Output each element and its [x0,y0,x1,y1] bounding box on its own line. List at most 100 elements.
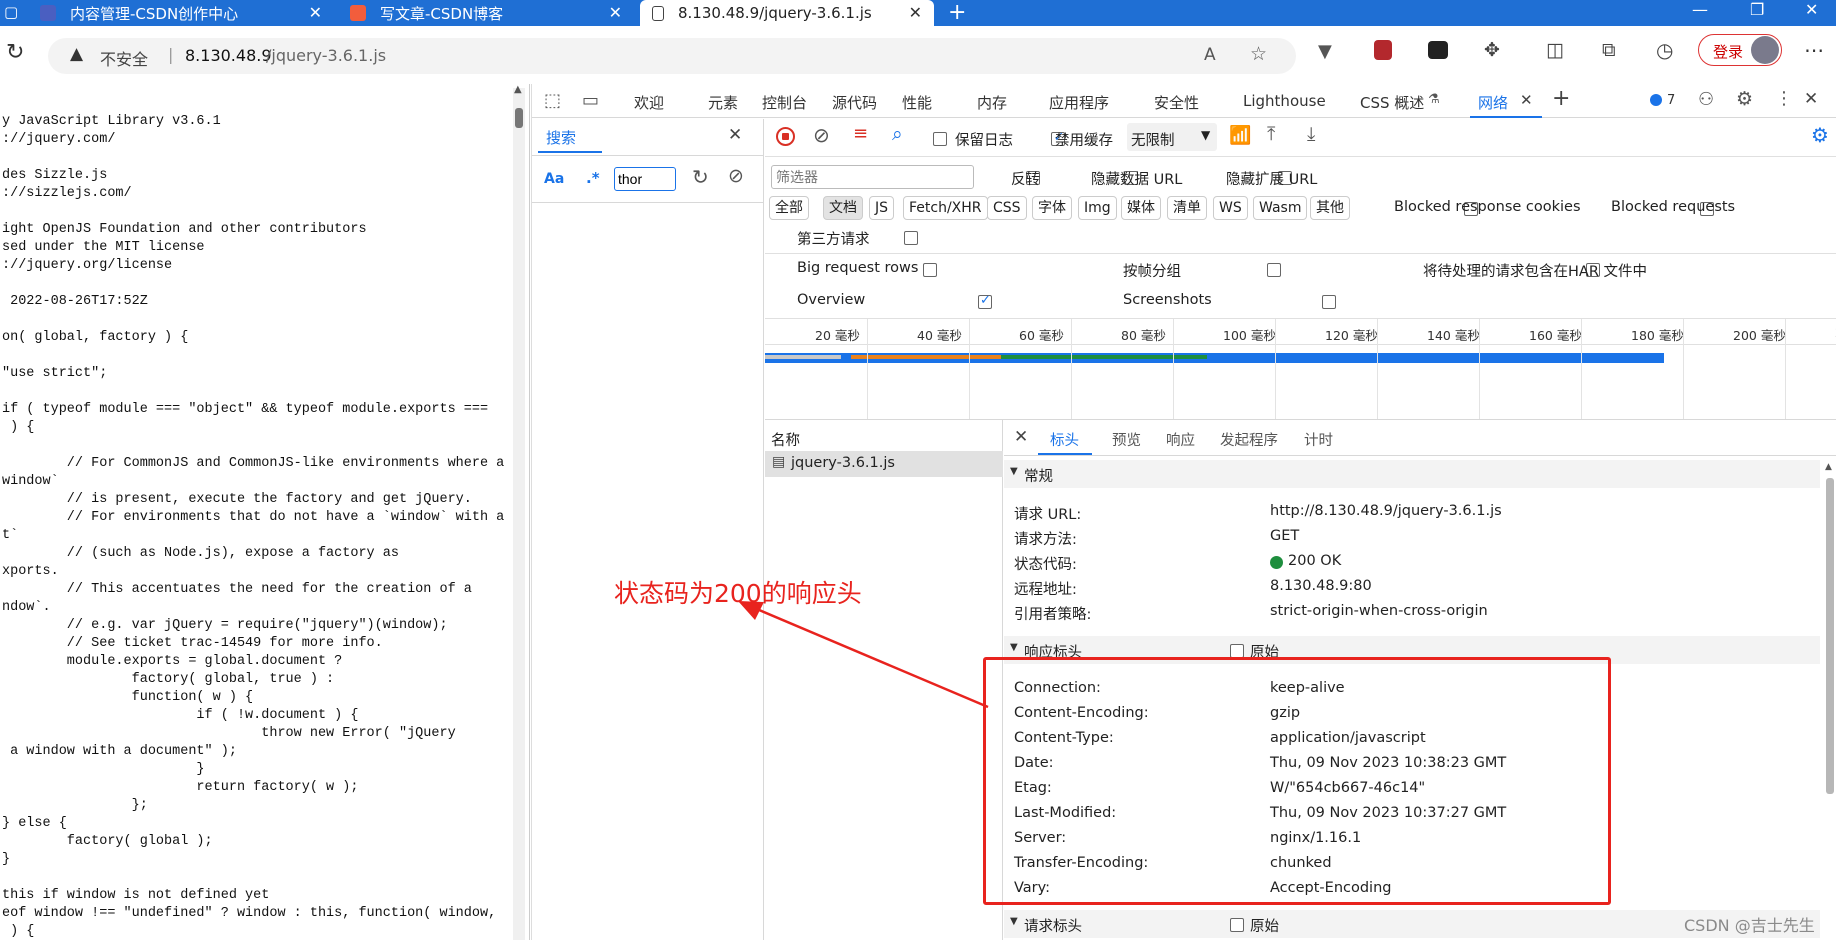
close-icon[interactable]: ✕ [609,3,622,22]
general-section-header[interactable]: ▼ 常规 [1004,460,1820,488]
throttle-select[interactable]: 无限制 ▼ [1127,123,1217,151]
inspect-element-icon[interactable]: ⬚ [544,90,561,111]
more-menu-icon[interactable]: ⋯ [1804,38,1824,62]
match-case-toggle[interactable]: Aa [544,171,564,187]
close-icon[interactable]: ✕ [1520,91,1533,109]
close-window-icon[interactable]: ✕ [1805,0,1818,19]
collections-icon[interactable]: ⧉ [1602,39,1616,61]
tab-csdn-content[interactable]: 内容管理-CSDN创作中心 ✕ [40,0,334,26]
scroll-up-icon[interactable]: ▲ [514,84,522,95]
export-har-icon[interactable]: ⤓ [1307,123,1315,145]
third-party-checkbox[interactable] [904,231,919,245]
type-filter-ws[interactable]: WS [1213,196,1248,220]
history-icon[interactable]: ◷ [1656,38,1673,62]
scroll-up-icon[interactable]: ▲ [1825,462,1832,472]
header-key: 状态代码: [1014,557,1077,573]
regex-toggle[interactable]: .* [586,169,600,187]
raw-checkbox[interactable] [1230,918,1244,932]
type-filter-js[interactable]: JS [869,196,895,220]
overview-timeline[interactable]: 20 毫秒 40 毫秒 60 毫秒 80 毫秒 100 毫秒 120 毫秒 140 毫秒 16… [765,319,1836,419]
minimize-icon[interactable]: — [1692,0,1708,19]
maximize-icon[interactable]: ❐ [1750,0,1764,19]
close-icon[interactable]: ✕ [909,3,922,22]
details-tab-headers[interactable]: 标头 [1050,429,1079,450]
clear-search-icon[interactable]: ⊘ [728,165,744,187]
details-tab-response[interactable]: 响应 [1166,429,1195,450]
search-panel-title[interactable]: 搜索 [546,127,576,148]
tab-actions-icon[interactable]: ▢ [4,3,18,21]
search-input[interactable] [614,167,676,191]
import-har-icon[interactable]: ⤒ [1267,123,1275,145]
type-filter-wasm[interactable]: Wasm [1253,196,1308,220]
group-by-frame-checkbox[interactable] [1267,263,1282,277]
wifi-throttle-icon[interactable]: 📶 [1229,125,1251,146]
big-rows-checkbox[interactable] [922,263,937,277]
type-filter-doc[interactable]: 文档 [823,196,863,220]
details-tab-preview[interactable]: 预览 [1112,429,1141,450]
type-filter-all[interactable]: 全部 [769,196,809,220]
close-icon[interactable]: ✕ [309,3,322,22]
read-aloud-icon[interactable]: A [1204,45,1216,65]
device-toolbar-icon[interactable]: ▭ [582,90,599,111]
favorite-star-icon[interactable]: ☆ [1250,43,1267,65]
extensions-puzzle-icon[interactable]: ✥ [1484,39,1500,61]
close-details-icon[interactable]: ✕ [1014,427,1028,447]
type-filter-other[interactable]: 其他 [1310,196,1350,220]
scroll-thumb[interactable] [1826,478,1834,794]
issues-count[interactable]: 7 [1667,93,1675,108]
close-devtools-icon[interactable]: ✕ [1804,89,1818,109]
devtools-tab-css-overview[interactable]: CSS 概述 [1360,92,1424,113]
devtools-tab-application[interactable]: 应用程序 [1049,92,1109,113]
devtools-tab-security[interactable]: 安全性 [1154,92,1199,113]
login-button[interactable]: 登录 [1698,34,1782,66]
raw-checkbox[interactable] [1230,644,1244,658]
network-settings-icon[interactable]: ⚙ [1811,123,1829,147]
split-screen-icon[interactable]: ◫ [1546,39,1564,61]
type-filter-css[interactable]: CSS [987,196,1027,220]
ublock-icon[interactable] [1374,40,1392,60]
kebab-menu-icon[interactable]: ⋮ [1775,88,1793,109]
extension-v-icon[interactable]: ▼ [1318,41,1332,62]
devtools-tab-console[interactable]: 控制台 [762,92,807,113]
search-icon[interactable]: ⌕ [892,123,903,145]
connect-icon[interactable]: ⚇ [1698,89,1714,110]
refresh-icon[interactable]: ↻ [6,40,24,65]
filter-toggle-icon[interactable]: ≡ [853,123,868,144]
details-tab-initiator[interactable]: 发起程序 [1220,429,1278,450]
type-filter-img[interactable]: Img [1078,196,1117,220]
issues-icon[interactable] [1650,94,1662,106]
devtools-tab-lighthouse[interactable]: Lighthouse [1243,92,1326,110]
close-icon[interactable]: ✕ [728,125,742,145]
tab-jquery[interactable]: 8.130.48.9/jquery-3.6.1.js ✕ [640,0,934,26]
extension-dark-icon[interactable] [1428,41,1448,59]
devtools-tab-memory[interactable]: 内存 [977,92,1007,113]
tab-csdn-write[interactable]: 写文章-CSDN博客 ✕ [350,0,634,26]
devtools-tab-elements[interactable]: 元素 [708,92,738,113]
scroll-thumb[interactable] [515,108,523,128]
type-filter-fetch[interactable]: Fetch/XHR [903,196,988,220]
request-row[interactable]: ▤ jquery-3.6.1.js [765,451,1003,477]
more-tabs-icon[interactable]: + [1552,86,1570,111]
type-filter-font[interactable]: 字体 [1032,196,1072,220]
filter-input[interactable] [771,165,974,189]
timeline-gridline [1377,319,1378,419]
source-scrollbar[interactable]: ▲ [513,84,525,940]
new-tab-icon[interactable]: + [948,0,966,25]
details-scrollbar[interactable]: ▲ [1824,462,1836,940]
type-filter-media[interactable]: 媒体 [1121,196,1161,220]
address-input[interactable]: ▲ 不安全 | 8.130.48.9 /jquery-3.6.1.js A ☆ [48,38,1296,74]
details-tab-timing[interactable]: 计时 [1304,429,1333,450]
devtools-tab-sources[interactable]: 源代码 [832,92,877,113]
devtools-tab-performance[interactable]: 性能 [902,92,932,113]
preserve-log-checkbox[interactable] [933,132,947,146]
url-host: 8.130.48.9 [185,46,272,65]
settings-gear-icon[interactable]: ⚙ [1736,88,1753,110]
refresh-search-icon[interactable]: ↻ [692,165,709,189]
name-column-header[interactable]: 名称 [771,429,800,450]
screenshots-checkbox[interactable] [1322,295,1337,309]
overview-checkbox[interactable] [977,293,992,309]
type-filter-manifest[interactable]: 清单 [1167,196,1207,220]
clear-log-icon[interactable]: ⊘ [813,123,830,147]
devtools-tab-network[interactable]: 网络 [1478,92,1508,113]
devtools-tab-welcome[interactable]: 欢迎 [634,92,664,113]
